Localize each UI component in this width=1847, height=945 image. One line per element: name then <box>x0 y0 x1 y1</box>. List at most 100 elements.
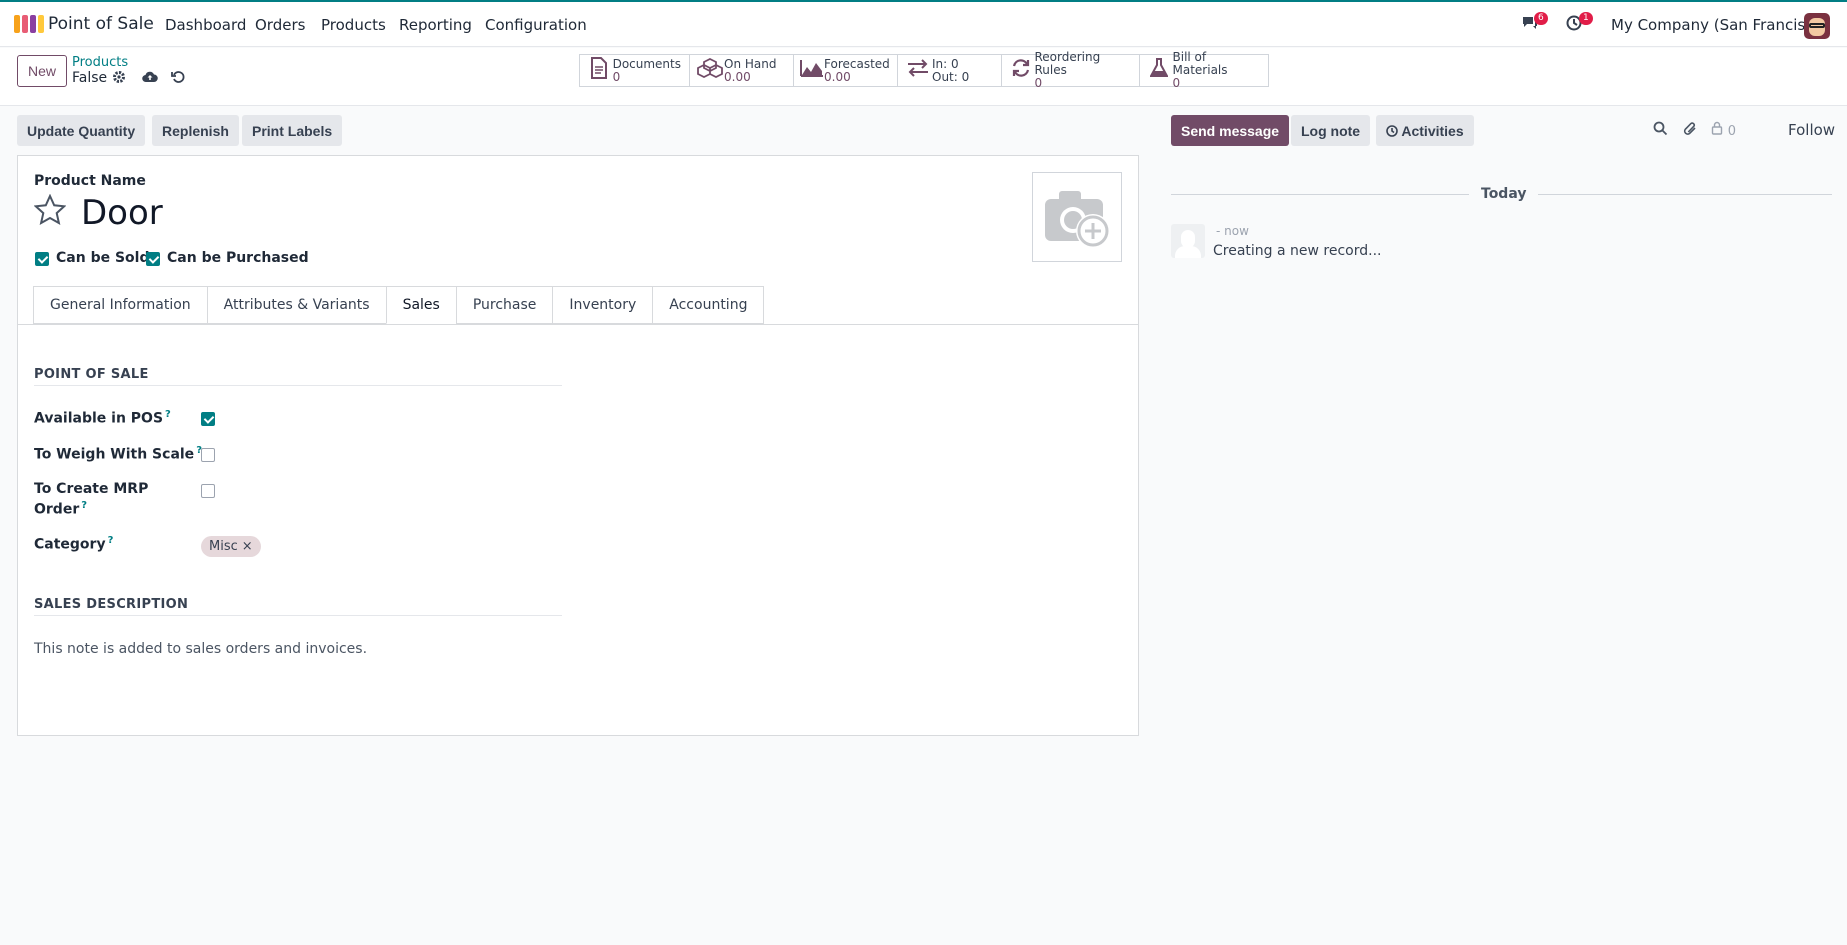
documents-icon <box>586 57 613 84</box>
clock-icon <box>1386 123 1401 139</box>
form-sheet: Product Name Door Can be Sold Can be Pur… <box>17 155 1139 736</box>
log-note-button[interactable]: Log note <box>1291 115 1371 146</box>
category-tag-label: Misc <box>209 539 238 554</box>
product-name-label: Product Name <box>34 173 146 189</box>
documents-smart-button[interactable]: Documents 0 <box>580 55 690 86</box>
pos-app-logo[interactable] <box>14 15 44 33</box>
out-count: Out: 0 <box>932 69 970 84</box>
update-quantity-button[interactable]: Update Quantity <box>17 115 146 146</box>
bill-of-materials-label: Bill of Materials <box>1172 50 1228 77</box>
print-labels-button[interactable]: Print Labels <box>242 115 343 146</box>
messages-badge: 6 <box>1534 12 1548 25</box>
to-weigh-with-scale-label: To Weigh With Scale? <box>34 445 202 463</box>
cubes-icon <box>696 57 724 83</box>
area-chart-icon <box>800 59 824 82</box>
user-avatar[interactable] <box>1804 13 1830 39</box>
flask-icon <box>1146 58 1173 83</box>
category-label: Category? <box>34 535 114 553</box>
gear-icon[interactable] <box>112 70 126 88</box>
smart-buttons: Documents 0 On Hand 0.00 Forecasted 0.00 In… <box>579 51 1269 90</box>
forecasted-value: 0.00 <box>824 69 851 84</box>
star-icon[interactable] <box>33 193 67 234</box>
reordering-rules-smart-button[interactable]: Reordering Rules 0 <box>1002 51 1140 90</box>
can-be-purchased-checkbox[interactable] <box>146 252 160 266</box>
on-hand-value: 0.00 <box>724 69 751 84</box>
can-be-sold-label[interactable]: Can be Sold <box>56 250 149 266</box>
message-body: Creating a new record... <box>1213 243 1382 259</box>
tab-purchase[interactable]: Purchase <box>455 286 554 324</box>
help-tooltip-icon[interactable]: ? <box>165 409 171 420</box>
new-button[interactable]: New <box>17 55 68 87</box>
camera-add-icon <box>1045 191 1110 248</box>
send-message-button[interactable]: Send message <box>1171 115 1290 146</box>
activities-badge: 1 <box>1579 12 1593 25</box>
app-title[interactable]: Point of Sale <box>48 14 154 34</box>
followers-count: 0 <box>1727 124 1737 139</box>
documents-label: Documents <box>612 56 681 71</box>
section-divider <box>34 385 562 386</box>
date-separator-label: Today <box>1481 186 1527 202</box>
menu-configuration[interactable]: Configuration <box>485 16 587 34</box>
date-divider <box>1171 194 1469 195</box>
product-name-input[interactable]: Door <box>81 193 163 233</box>
forecasted-smart-button[interactable]: Forecasted 0.00 <box>794 55 898 86</box>
tab-attributes-variants[interactable]: Attributes & Variants <box>206 286 387 324</box>
follow-button[interactable]: Follow <box>1788 121 1835 139</box>
available-in-pos-label: Available in POS? <box>34 409 171 427</box>
activities-button[interactable]: Activities <box>1376 115 1474 146</box>
date-divider <box>1538 194 1832 195</box>
can-be-sold-checkbox[interactable] <box>35 252 49 266</box>
tab-inventory[interactable]: Inventory <box>552 286 654 324</box>
tab-accounting[interactable]: Accounting <box>652 286 765 324</box>
search-icon[interactable] <box>1653 121 1668 140</box>
menu-orders[interactable]: Orders <box>255 16 305 34</box>
control-panel: New Products False Documents 0 On Hand 0.0… <box>0 48 1847 106</box>
message-timestamp: - now <box>1216 224 1249 238</box>
forecasted-label: Forecasted <box>824 56 890 71</box>
menu-dashboard[interactable]: Dashboard <box>165 16 246 34</box>
can-be-purchased-label[interactable]: Can be Purchased <box>167 250 309 266</box>
reordering-rules-label: Reordering Rules <box>1034 50 1101 77</box>
category-tag[interactable]: Misc × <box>201 536 261 557</box>
help-tooltip-icon[interactable]: ? <box>108 535 114 546</box>
help-tooltip-icon[interactable]: ? <box>81 500 87 511</box>
reordering-rules-count: 0 <box>1034 76 1043 90</box>
followers-button[interactable]: 0 <box>1711 121 1736 139</box>
to-create-mrp-order-label: To Create MRP Order? <box>34 481 149 518</box>
to-weigh-with-scale-checkbox[interactable] <box>201 448 215 462</box>
menu-reporting[interactable]: Reporting <box>399 16 472 34</box>
sales-description-section-title: SALES DESCRIPTION <box>34 597 189 612</box>
refresh-icon <box>1008 58 1035 83</box>
product-image[interactable] <box>1032 172 1122 262</box>
tab-divider <box>18 324 1138 325</box>
paperclip-icon[interactable] <box>1683 121 1698 141</box>
company-switcher[interactable]: My Company (San Francisco) <box>1611 16 1828 34</box>
activities-label: Activities <box>1401 122 1464 139</box>
message-author-avatar[interactable] <box>1171 224 1205 258</box>
on-hand-smart-button[interactable]: On Hand 0.00 <box>690 55 794 86</box>
discard-icon[interactable] <box>171 70 185 88</box>
notebook-tabs: General Information Attributes & Variant… <box>33 286 765 324</box>
in-count: In: 0 <box>932 56 959 71</box>
lock-icon <box>1711 121 1728 139</box>
on-hand-label: On Hand <box>724 56 777 71</box>
top-navbar: Point of Sale Dashboard Orders Products … <box>0 0 1847 47</box>
to-create-mrp-order-checkbox[interactable] <box>201 484 215 498</box>
exchange-icon <box>904 59 932 82</box>
tab-general-information[interactable]: General Information <box>33 286 208 324</box>
menu-products[interactable]: Products <box>321 16 386 34</box>
tab-sales[interactable]: Sales <box>385 286 457 324</box>
point-of-sale-section-title: POINT OF SALE <box>34 367 149 382</box>
remove-tag-icon[interactable]: × <box>242 539 253 554</box>
in-out-smart-button[interactable]: In: 0 Out: 0 <box>898 55 1002 86</box>
cloud-upload-icon[interactable] <box>142 70 158 87</box>
replenish-button[interactable]: Replenish <box>152 115 239 146</box>
breadcrumb-current: False <box>72 70 108 86</box>
bill-of-materials-smart-button[interactable]: Bill of Materials 0 <box>1140 51 1268 90</box>
available-in-pos-checkbox[interactable] <box>201 412 215 426</box>
bill-of-materials-count: 0 <box>1172 76 1181 90</box>
sales-description-field[interactable]: This note is added to sales orders and i… <box>34 641 367 657</box>
section-divider <box>34 615 562 616</box>
documents-count: 0 <box>612 69 621 84</box>
breadcrumb-products[interactable]: Products <box>72 55 128 70</box>
